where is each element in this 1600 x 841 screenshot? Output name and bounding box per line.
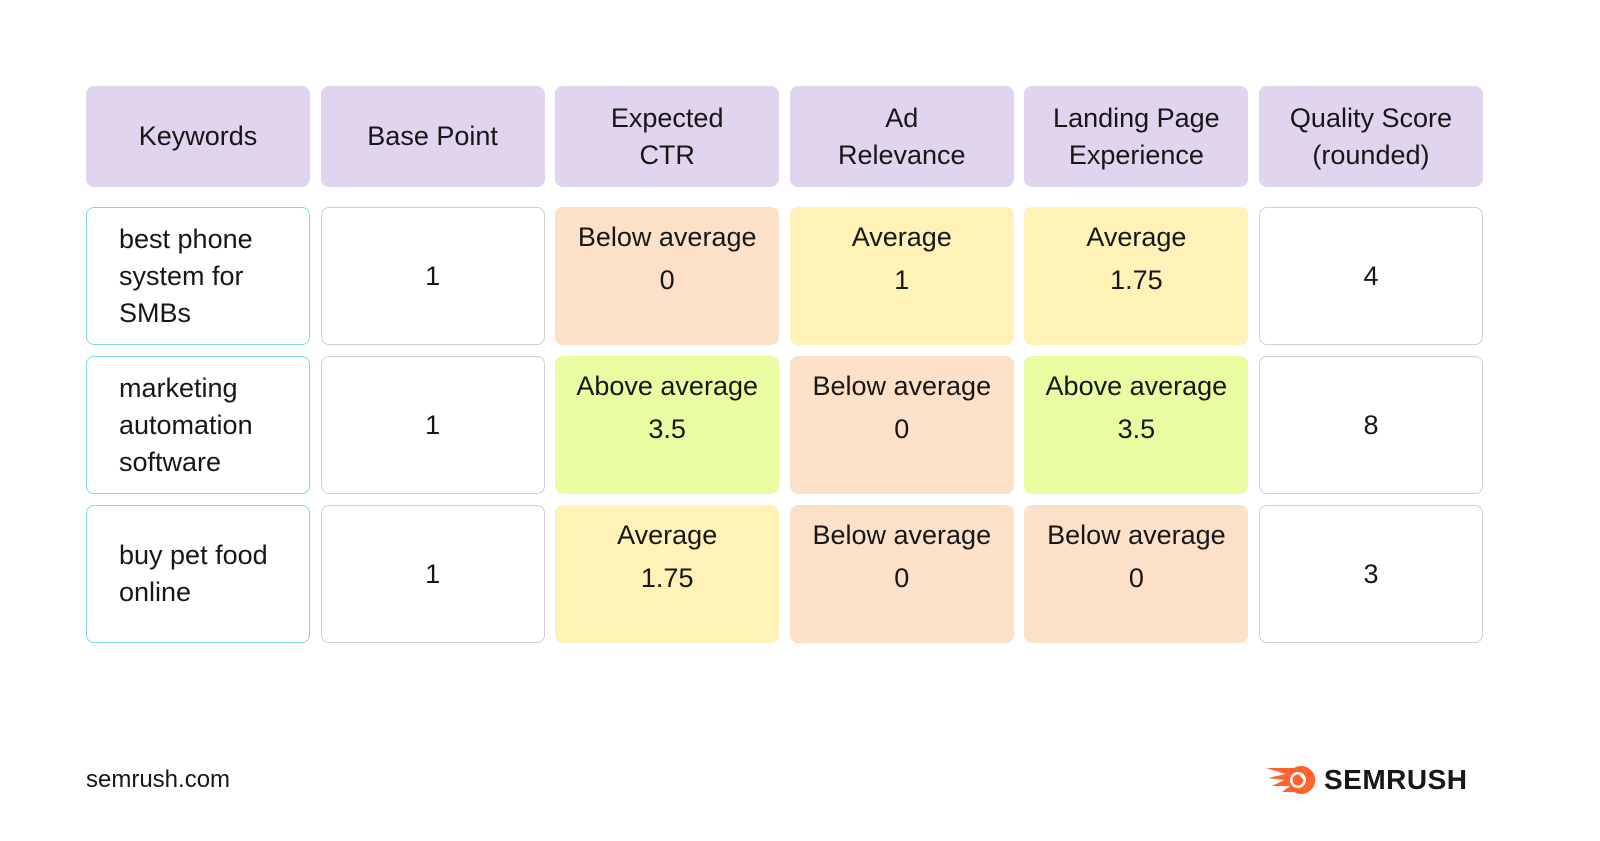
rating-label: Below average <box>812 520 992 550</box>
base-point-cell: 1 <box>320 356 545 494</box>
keyword-cell: best phone system for SMBs <box>86 207 310 345</box>
header-expected-ctr: Expected CTR <box>555 86 780 187</box>
landing-page-cell: Above average 3.5 <box>1024 356 1249 494</box>
quality-score-cell: 3 <box>1258 505 1483 643</box>
semrush-fireball-icon <box>1266 766 1316 794</box>
rating-label: Below average <box>577 222 757 252</box>
expected-ctr-cell: Average 1.75 <box>555 505 780 643</box>
header-keywords: Keywords <box>86 86 310 187</box>
ad-relevance-cell: Average 1 <box>789 207 1014 345</box>
base-point-value: 1 <box>425 260 441 291</box>
quality-score-value: 8 <box>1363 409 1379 440</box>
expected-ctr-cell: Below average 0 <box>555 207 780 345</box>
rating-value: 1.75 <box>1110 265 1163 295</box>
keyword-cell: buy pet food online <box>86 505 310 643</box>
footer-url[interactable]: semrush.com <box>86 766 230 794</box>
header-label: Landing Page Experience <box>1053 102 1220 170</box>
rating-value: 3.5 <box>1117 414 1156 444</box>
landing-page-cell: Average 1.75 <box>1024 207 1249 345</box>
quality-score-value: 3 <box>1363 558 1379 589</box>
quality-score-value: 4 <box>1363 260 1379 291</box>
rating-label: Above average <box>576 371 758 401</box>
header-label: Quality Score (rounded) <box>1289 102 1452 170</box>
quality-score-cell: 8 <box>1258 356 1483 494</box>
rating-label: Average <box>617 520 718 550</box>
header-label: Keywords <box>138 121 258 151</box>
rating-value: 3.5 <box>648 414 686 444</box>
rating-value: 0 <box>1128 563 1144 593</box>
rating-value: 1.75 <box>640 563 694 593</box>
base-point-cell: 1 <box>320 207 545 345</box>
landing-page-cell: Below average 0 <box>1024 505 1249 643</box>
header-label: Ad Relevance <box>837 102 966 170</box>
header-label: Expected CTR <box>610 102 724 170</box>
rating-value: 0 <box>894 563 910 593</box>
semrush-logo: SEMRUSH <box>1264 764 1468 796</box>
rating-label: Below average <box>812 371 992 401</box>
rating-value: 0 <box>659 265 675 295</box>
header-label: Base Point <box>367 121 498 151</box>
rating-label: Average <box>851 222 952 252</box>
keyword-text: best phone system for SMBs <box>119 223 253 328</box>
ad-relevance-cell: Below average 0 <box>789 356 1014 494</box>
rating-label: Average <box>1086 222 1187 252</box>
base-point-value: 1 <box>425 558 441 589</box>
header-landing-page-experience: Landing Page Experience <box>1024 86 1249 187</box>
expected-ctr-cell: Above average 3.5 <box>555 356 780 494</box>
rating-value: 0 <box>894 414 910 444</box>
base-point-cell: 1 <box>320 505 545 643</box>
rating-label: Above average <box>1045 371 1228 401</box>
quality-score-table: Keywords Base Point Expected CTR Ad Rele… <box>86 86 1483 643</box>
header-quality-score: Quality Score (rounded) <box>1258 86 1483 187</box>
header-base-point: Base Point <box>320 86 545 187</box>
keyword-text: buy pet food online <box>119 540 268 607</box>
rating-value: 1 <box>894 265 910 295</box>
keyword-cell: marketing automation software <box>86 356 310 494</box>
brand-name: SEMRUSH <box>1324 764 1468 795</box>
rating-label: Below average <box>1047 520 1226 550</box>
base-point-value: 1 <box>425 409 441 440</box>
header-ad-relevance: Ad Relevance <box>789 86 1014 187</box>
quality-score-cell: 4 <box>1258 207 1483 345</box>
keyword-text: marketing automation software <box>119 372 253 477</box>
ad-relevance-cell: Below average 0 <box>789 505 1014 643</box>
